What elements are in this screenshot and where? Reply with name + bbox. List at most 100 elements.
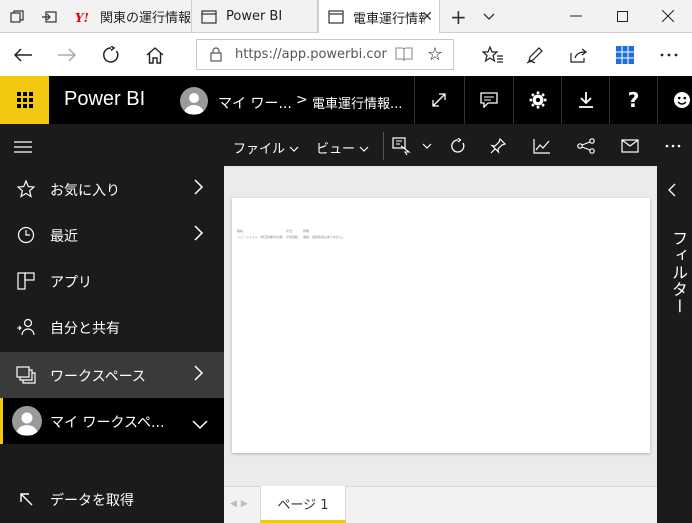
settings-icon[interactable]: [513, 76, 561, 124]
sidebar-item-label: ワークスペース: [50, 369, 146, 385]
filters-pane[interactable]: フィルター: [657, 166, 692, 523]
chevron-down-icon: [192, 415, 208, 434]
report-name[interactable]: 電車運行情報...: [312, 93, 402, 112]
url-text: https://app.powerbi.com/: [235, 47, 387, 62]
report-canvas: 路線 状況 詳細 ニューシャトル（埼玉新都市交通） 平常運転 事故・遅延情報はあ…: [224, 166, 657, 486]
table-row: ニューシャトル（埼玉新都市交通） 平常運転 事故・遅延情報はありません。: [237, 234, 345, 240]
home-icon[interactable]: [142, 42, 168, 68]
address-bar[interactable]: https://app.powerbi.com/ ☆: [196, 39, 454, 70]
sidebar-item-label: お気に入り: [50, 183, 120, 199]
table-cell: ニューシャトル（埼玉新都市交通）: [237, 235, 285, 239]
table-visual[interactable]: 路線 状況 詳細 ニューシャトル（埼玉新都市交通） 平常運転 事故・遅延情報はあ…: [237, 228, 345, 240]
forward-icon[interactable]: [54, 42, 80, 68]
get-data-label: データを取得: [50, 493, 134, 509]
browser-tab-powerbi[interactable]: Power BI: [192, 0, 318, 33]
workspace-name[interactable]: マイ ワー...: [218, 93, 292, 113]
workspaces-icon: [16, 366, 36, 384]
table-cell: 事故・遅延情報はありません。: [302, 235, 345, 239]
back-icon[interactable]: [10, 42, 36, 68]
shared-icon: [16, 318, 36, 336]
close-window-icon[interactable]: [648, 4, 688, 28]
yahoo-y-icon: Y!: [74, 11, 92, 23]
view-menu[interactable]: ビュー: [316, 138, 369, 157]
tab-page-icon: [327, 10, 345, 24]
chevron-right-icon: [194, 365, 204, 385]
reading-view-icon[interactable]: [395, 46, 413, 66]
hamburger-icon: [14, 138, 32, 157]
sidebar-item-favorites[interactable]: お気に入り: [0, 166, 224, 212]
help-icon[interactable]: ?: [609, 76, 657, 124]
page-nav-arrows-icon[interactable]: ◀▶: [230, 499, 252, 509]
sidebar-item-workspaces[interactable]: ワークスペース: [0, 352, 224, 398]
avatar: [12, 406, 42, 436]
app-launcher-icon[interactable]: [0, 76, 49, 124]
filters-title: フィルター: [669, 230, 688, 315]
set-aside-tabs-icon[interactable]: [38, 6, 60, 28]
file-menu-label: ファイル: [233, 142, 286, 157]
brand-title[interactable]: Power BI: [64, 88, 145, 111]
sidebar-item-recent[interactable]: 最近: [0, 212, 224, 258]
svg-text:Y!: Y!: [75, 11, 89, 23]
nav-toggle-button[interactable]: [0, 124, 224, 166]
page-tabs-bar: ◀▶ ページ 1: [224, 486, 657, 523]
report-page: 路線 状況 詳細 ニューシャトル（埼玉新都市交通） 平常運転 事故・遅延情報はあ…: [232, 198, 650, 453]
share-browser-icon[interactable]: [566, 42, 592, 68]
chevron-down-icon: [359, 146, 369, 152]
more-options-icon[interactable]: [656, 42, 682, 68]
sidebar-item-label: 最近: [50, 229, 78, 245]
favorite-star-icon[interactable]: ☆: [427, 44, 443, 65]
pin-icon[interactable]: [487, 135, 509, 157]
avatar[interactable]: [180, 87, 208, 115]
more-icon[interactable]: [662, 135, 684, 157]
view-menu-label: ビュー: [316, 142, 356, 157]
refresh-icon[interactable]: [447, 135, 469, 157]
browser-tab-title: 関東の運行情報: [100, 11, 191, 26]
file-menu[interactable]: ファイル: [233, 138, 299, 157]
extension-grid-icon[interactable]: [612, 42, 638, 68]
maximize-icon[interactable]: [602, 4, 642, 28]
view-mode-icon[interactable]: [391, 135, 413, 157]
clock-icon: [16, 226, 36, 244]
new-tab-button[interactable]: +: [450, 5, 467, 29]
star-icon: [16, 180, 36, 198]
chevron-down-icon[interactable]: [478, 6, 500, 28]
tab-page-1[interactable]: ページ 1: [260, 486, 346, 523]
apps-icon: [16, 272, 36, 290]
sidebar-item-label: 自分と共有: [50, 321, 120, 337]
smiley-icon[interactable]: [657, 76, 692, 124]
breadcrumb-separator: >: [296, 92, 308, 108]
tab-preview-icon[interactable]: [6, 6, 28, 28]
pen-notes-icon[interactable]: [522, 42, 548, 68]
minimize-icon[interactable]: [556, 4, 596, 28]
lock-icon: [207, 47, 225, 62]
download-icon[interactable]: [561, 76, 609, 124]
sidebar-item-label: マイ ワークスペ...: [50, 415, 165, 431]
sidebar-item-label: アプリ: [50, 275, 92, 291]
browser-tab-strip: Y! 関東の運行情報 Power BI 電車運行情報 ✕ +: [0, 0, 692, 34]
sidebar-item-my-workspace[interactable]: マイ ワークスペ...: [0, 398, 224, 444]
browser-tab-title: Power BI: [226, 9, 283, 24]
browser-tab-yahoo[interactable]: Y! 関東の運行情報: [66, 0, 192, 33]
subscribe-icon[interactable]: [619, 135, 641, 157]
share-icon[interactable]: [575, 135, 597, 157]
insights-icon[interactable]: [531, 135, 553, 157]
app-root: Y! 関東の運行情報 Power BI 電車運行情報 ✕ + https://a…: [0, 0, 692, 523]
fullscreen-icon[interactable]: [414, 76, 462, 124]
browser-tab-active[interactable]: 電車運行情報 ✕: [318, 0, 440, 34]
nav-pane: お気に入り 最近 アプリ 自分と共有 ワークスペース マイ ワークスペ... デ…: [0, 124, 224, 523]
toolbar-divider: [383, 132, 384, 160]
close-tab-icon[interactable]: ✕: [421, 9, 433, 25]
get-data-button[interactable]: データを取得: [0, 476, 224, 522]
favorites-list-icon[interactable]: [480, 42, 506, 68]
comment-icon[interactable]: [464, 76, 512, 124]
chevron-right-icon: [194, 225, 204, 245]
report-toolbar: ファイル ビュー: [224, 124, 692, 166]
browser-nav-bar: https://app.powerbi.com/ ☆: [0, 33, 692, 76]
reload-icon[interactable]: [98, 42, 124, 68]
chevron-down-icon[interactable]: [416, 135, 438, 157]
chevron-left-icon[interactable]: [668, 182, 676, 201]
chevron-right-icon: [194, 179, 204, 199]
sidebar-item-apps[interactable]: アプリ: [0, 258, 224, 304]
sidebar-item-shared[interactable]: 自分と共有: [0, 304, 224, 350]
chevron-down-icon: [289, 146, 299, 152]
